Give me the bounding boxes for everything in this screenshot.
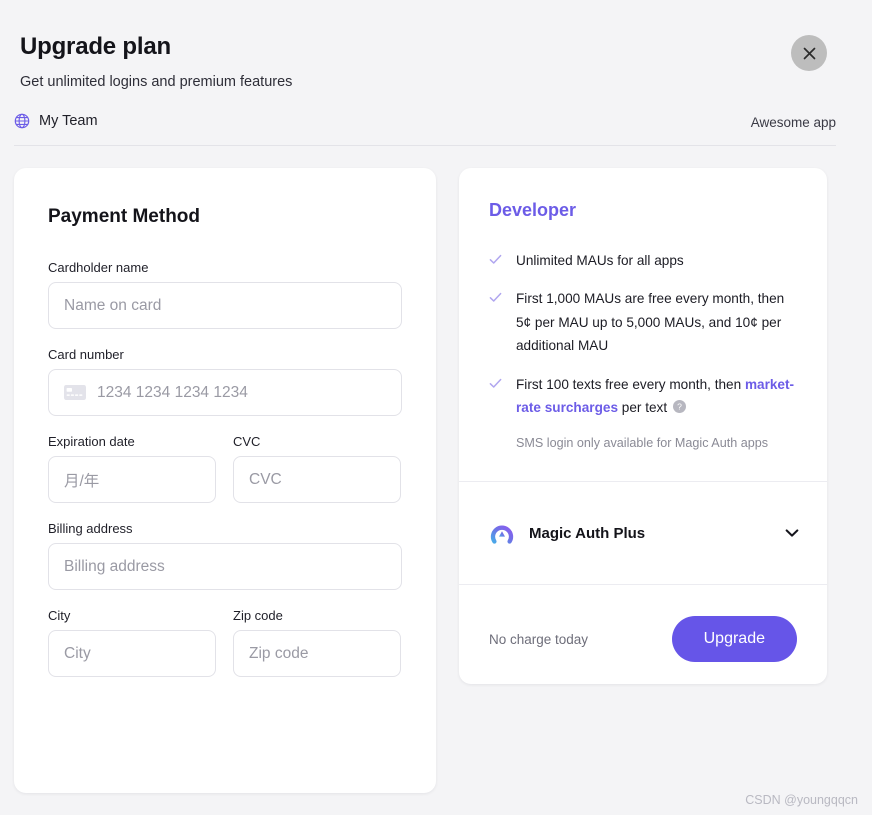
magic-auth-logo-icon (490, 525, 514, 544)
chevron-down-icon[interactable] (783, 524, 801, 542)
svg-text:?: ? (677, 401, 682, 411)
card-number-input[interactable]: 1234 1234 1234 1234 (48, 369, 402, 416)
card-number-field: Card number 1234 1234 1234 1234 (48, 347, 402, 416)
expiration-date-placeholder: 月/年 (64, 472, 100, 490)
close-icon (803, 47, 815, 59)
team-bar: My Team Awesome app (14, 112, 836, 146)
plan-name: Developer (489, 200, 577, 220)
city-placeholder: City (64, 644, 91, 662)
expiration-date-field: Expiration date 月/年 (48, 434, 216, 503)
plan-features-section: Developer Unlimited MAUs for all apps Fi… (459, 168, 827, 483)
cardholder-name-label: Cardholder name (48, 260, 149, 275)
check-icon (489, 378, 502, 388)
cardholder-name-placeholder: Name on card (64, 296, 162, 314)
team-selector[interactable]: My Team (14, 112, 98, 129)
page-subtitle: Get unlimited logins and premium feature… (20, 74, 293, 90)
zip-code-placeholder: Zip code (249, 644, 309, 662)
plan-feature-text: First 1,000 MAUs are free every month, t… (516, 291, 785, 354)
cvc-placeholder: CVC (249, 470, 282, 488)
globe-icon (14, 113, 30, 129)
check-icon (489, 293, 502, 303)
sms-feature-suffix: per text (618, 399, 668, 415)
cvc-input[interactable]: CVC (233, 456, 401, 503)
expiration-date-label: Expiration date (48, 434, 135, 449)
charge-note: No charge today (489, 631, 589, 647)
expiration-cvc-row: Expiration date 月/年 CVC CVC (48, 434, 402, 521)
upgrade-plan-dialog: Upgrade plan Get unlimited logins and pr… (0, 0, 872, 815)
cardholder-name-input[interactable]: Name on card (48, 282, 402, 329)
plan-feature-item-sms: First 100 texts free every month, then m… (489, 373, 797, 420)
zip-code-field: Zip code Zip code (233, 608, 401, 677)
cvc-label: CVC (233, 434, 261, 449)
plan-summary-card: Developer Unlimited MAUs for all apps Fi… (459, 168, 827, 684)
watermark: CSDN @youngqqcn (745, 793, 858, 807)
payment-form: Cardholder name Name on card Card number (48, 260, 402, 695)
billing-address-placeholder: Billing address (64, 557, 165, 575)
card-number-placeholder: 1234 1234 1234 1234 (97, 383, 248, 401)
check-icon (489, 254, 502, 264)
sms-feature-note: SMS login only available for Magic Auth … (516, 436, 769, 451)
zip-code-label: Zip code (233, 608, 283, 623)
team-name: My Team (39, 113, 98, 129)
help-icon[interactable]: ? (673, 399, 687, 413)
plan-feature-sms-text: First 100 texts free every month, then m… (516, 373, 797, 420)
plan-footer: No charge today Upgrade (459, 585, 827, 684)
billing-address-label: Billing address (48, 521, 133, 536)
page-title: Upgrade plan (20, 33, 171, 60)
credit-card-icon (64, 385, 86, 400)
close-button[interactable] (791, 35, 827, 71)
addon-label-group: Magic Auth Plus (489, 520, 645, 546)
expiration-date-input[interactable]: 月/年 (48, 456, 216, 503)
city-field: City City (48, 608, 216, 677)
sms-feature-prefix: First 100 texts free every month, then (516, 376, 745, 392)
cardholder-name-field: Cardholder name Name on card (48, 260, 402, 329)
addon-row-magic-auth-plus[interactable]: Magic Auth Plus (459, 482, 827, 586)
payment-method-card: Payment Method Cardholder name Name on c… (14, 168, 436, 793)
card-number-label: Card number (48, 347, 124, 362)
city-input[interactable]: City (48, 630, 216, 677)
billing-address-input[interactable]: Billing address (48, 543, 402, 590)
zip-code-input[interactable]: Zip code (233, 630, 401, 677)
cvc-field: CVC CVC (233, 434, 401, 503)
city-label: City (48, 608, 71, 623)
app-name: Awesome app (750, 115, 836, 130)
upgrade-button[interactable]: Upgrade (671, 616, 797, 663)
plan-feature-item: Unlimited MAUs for all apps (489, 249, 797, 272)
billing-address-field: Billing address Billing address (48, 521, 402, 590)
addon-name: Magic Auth Plus (529, 524, 646, 542)
plan-feature-text: Unlimited MAUs for all apps (516, 253, 684, 268)
plan-feature-item: First 1,000 MAUs are free every month, t… (489, 287, 797, 357)
city-zip-row: City City Zip code Zip code (48, 608, 402, 695)
payment-method-title: Payment Method (48, 206, 201, 227)
